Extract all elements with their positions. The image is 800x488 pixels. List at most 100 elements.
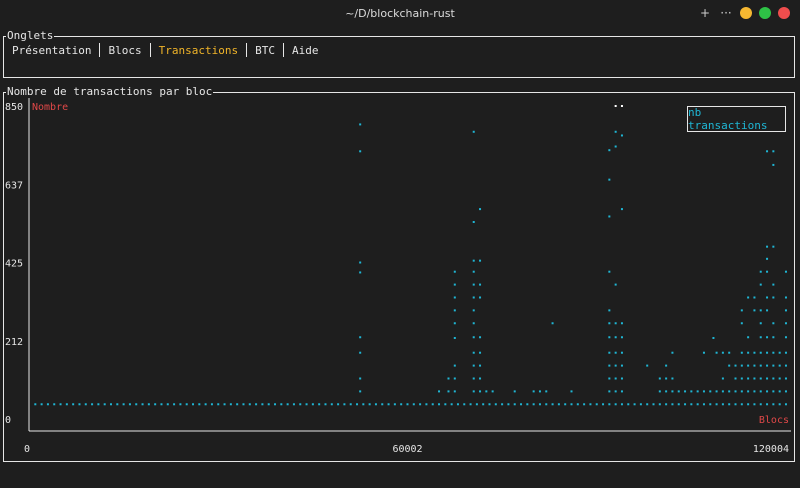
data-point <box>690 390 693 393</box>
data-point <box>343 403 346 406</box>
data-point <box>110 403 113 406</box>
y-tick-label: 0 <box>5 415 11 426</box>
data-point <box>551 322 554 325</box>
data-point <box>438 390 441 393</box>
data-point <box>374 403 377 406</box>
data-point <box>532 390 535 393</box>
data-point <box>772 364 775 367</box>
data-point <box>614 336 617 339</box>
data-point <box>721 403 724 406</box>
data-point <box>778 377 781 380</box>
data-point <box>715 390 718 393</box>
data-point <box>53 403 56 406</box>
y-tick-label: 212 <box>5 337 23 348</box>
data-point <box>608 309 611 312</box>
data-point <box>608 377 611 380</box>
data-point <box>778 364 781 367</box>
data-point <box>479 377 482 380</box>
data-point <box>359 390 362 393</box>
data-point <box>242 403 245 406</box>
data-point <box>759 364 762 367</box>
data-point <box>614 390 617 393</box>
data-point <box>453 364 456 367</box>
data-point <box>453 322 456 325</box>
data-point <box>229 403 232 406</box>
data-point <box>453 309 456 312</box>
data-point <box>532 403 535 406</box>
data-point <box>236 403 239 406</box>
data-point <box>740 364 743 367</box>
data-point <box>482 403 485 406</box>
data-point <box>665 377 668 380</box>
data-point <box>766 390 769 393</box>
data-point <box>608 336 611 339</box>
data-point <box>595 403 598 406</box>
data-point <box>734 390 737 393</box>
data-point <box>72 403 75 406</box>
data-point <box>570 390 573 393</box>
data-point <box>431 403 434 406</box>
data-point <box>753 364 756 367</box>
data-point <box>784 322 787 325</box>
data-point <box>766 364 769 367</box>
data-point <box>330 403 333 406</box>
data-point <box>671 390 674 393</box>
data-point <box>116 403 119 406</box>
data-point <box>671 403 674 406</box>
data-point <box>740 390 743 393</box>
data-point <box>324 403 327 406</box>
data-point <box>690 403 693 406</box>
data-point <box>173 403 176 406</box>
data-point <box>772 322 775 325</box>
data-point <box>359 351 362 354</box>
data-point <box>59 403 62 406</box>
data-point <box>728 403 731 406</box>
data-point <box>520 403 523 406</box>
data-point <box>671 377 674 380</box>
data-point <box>759 351 762 354</box>
data-point <box>255 403 258 406</box>
data-point <box>472 259 475 262</box>
data-point <box>696 390 699 393</box>
data-point <box>614 403 617 406</box>
data-point <box>65 403 68 406</box>
x-tick-label: 0 <box>24 444 30 455</box>
data-point <box>702 403 705 406</box>
data-point <box>274 403 277 406</box>
data-point <box>766 403 769 406</box>
data-point <box>311 403 314 406</box>
data-point <box>608 390 611 393</box>
data-point <box>784 364 787 367</box>
data-point <box>141 403 144 406</box>
data-point <box>740 377 743 380</box>
data-point <box>772 390 775 393</box>
data-point <box>412 403 415 406</box>
data-point <box>456 403 459 406</box>
data-point <box>589 403 592 406</box>
data-point <box>97 403 100 406</box>
data-point <box>472 270 475 273</box>
data-point <box>40 403 43 406</box>
data-point <box>677 390 680 393</box>
data-point <box>747 351 750 354</box>
data-point <box>614 351 617 354</box>
data-point <box>453 336 456 339</box>
data-point <box>620 377 623 380</box>
x-tick-label: 60002 <box>392 444 422 455</box>
data-point <box>135 403 138 406</box>
data-point <box>267 403 270 406</box>
data-point <box>696 403 699 406</box>
data-point <box>494 403 497 406</box>
data-point <box>248 403 251 406</box>
data-point <box>261 403 264 406</box>
data-point <box>479 364 482 367</box>
data-point <box>759 336 762 339</box>
data-point <box>286 403 289 406</box>
data-point <box>608 403 611 406</box>
data-point <box>620 336 623 339</box>
data-point <box>620 208 623 211</box>
data-point <box>747 336 750 339</box>
data-point <box>359 377 362 380</box>
data-point <box>359 336 362 339</box>
data-point <box>223 403 226 406</box>
